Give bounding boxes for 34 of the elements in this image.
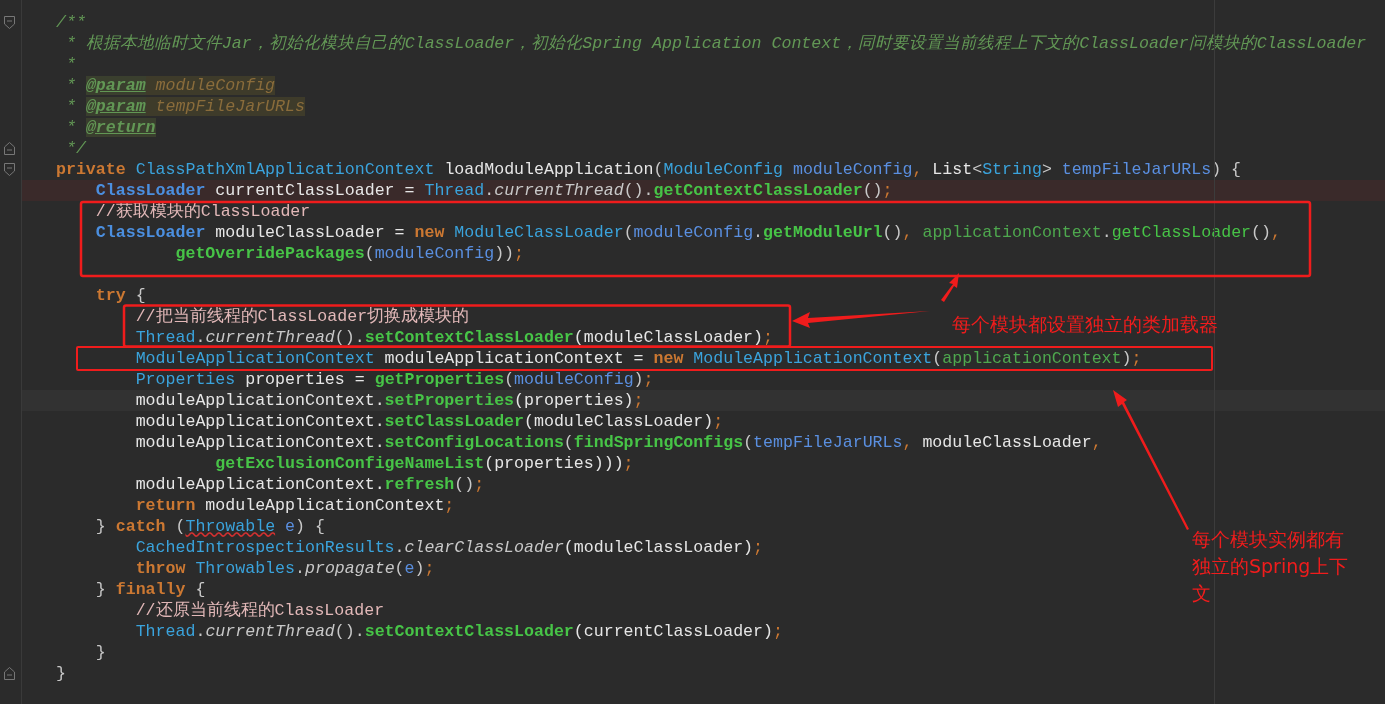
- code-line: } finally {: [95, 581, 206, 598]
- code-line: moduleApplicationContext.setProperties(properties);: [135, 392, 644, 409]
- code-line: ModuleApplicationContext moduleApplicationContext = new ModuleApplicationContext(applicationContext);: [135, 350, 1142, 367]
- code-line: Thread.currentThread().setContextClassLoader(moduleClassLoader);: [135, 329, 773, 346]
- code-line: moduleApplicationContext.refresh();: [135, 476, 485, 493]
- fold-marker-icon[interactable]: [4, 163, 15, 176]
- fold-marker-icon[interactable]: [4, 142, 15, 155]
- code-line: getExclusionConfigeNameList(properties)));: [215, 455, 634, 472]
- code-line: moduleApplicationContext.setClassLoader(moduleClassLoader);: [135, 413, 724, 430]
- callout-label: 每个模块都设置独立的类加载器: [952, 312, 1218, 337]
- code-line: //把当前线程的ClassLoader切换成模块的: [135, 308, 470, 325]
- code-line: return moduleApplicationContext;: [135, 497, 455, 514]
- fold-marker-icon[interactable]: [4, 16, 15, 29]
- code-line: //获取模块的ClassLoader: [95, 203, 311, 220]
- code-line: } catch (Throwable e) {: [95, 518, 325, 535]
- callout-label: 每个模块实例都有独立的Spring上下文: [1192, 527, 1350, 606]
- code-line: CachedIntrospectionResults.clearClassLoader(moduleClassLoader);: [135, 539, 764, 556]
- code-line: try {: [95, 287, 146, 304]
- fold-marker-icon[interactable]: [4, 667, 15, 680]
- code-line: Properties properties = getProperties(moduleConfig);: [135, 371, 654, 388]
- code-line: }: [95, 644, 106, 661]
- code-line: moduleApplicationContext.setConfigLocations(findSpringConfigs(tempFileJarURLs, moduleClassLoader,: [135, 434, 1102, 451]
- code-line: *: [64, 56, 76, 73]
- code-line: ClassLoader currentClassLoader = Thread.currentThread().getContextClassLoader();: [95, 182, 893, 199]
- code-line: Thread.currentThread().setContextClassLoader(currentClassLoader);: [135, 623, 783, 640]
- arrow: [941, 273, 959, 302]
- code-line: getOverridePackages(moduleConfig));: [175, 245, 525, 262]
- code-line: */: [64, 140, 86, 157]
- code-line: //还原当前线程的ClassLoader: [135, 602, 385, 619]
- code-line: }: [56, 665, 66, 682]
- code-line: * 根据本地临时文件Jar，初始化模块自己的ClassLoader，初始化Spring Application Context，同时要设置当前线程上下文的ClassLoader问模块的ClassLoader: [64, 35, 1367, 52]
- code-line: throw Throwables.propagate(e);: [135, 560, 435, 577]
- code-line: /**: [56, 14, 86, 31]
- code-line: ClassLoader moduleClassLoader = new ModuleClassLoader(moduleConfig.getModuleUrl(), applicationContext.getClassLoader(),: [95, 224, 1281, 241]
